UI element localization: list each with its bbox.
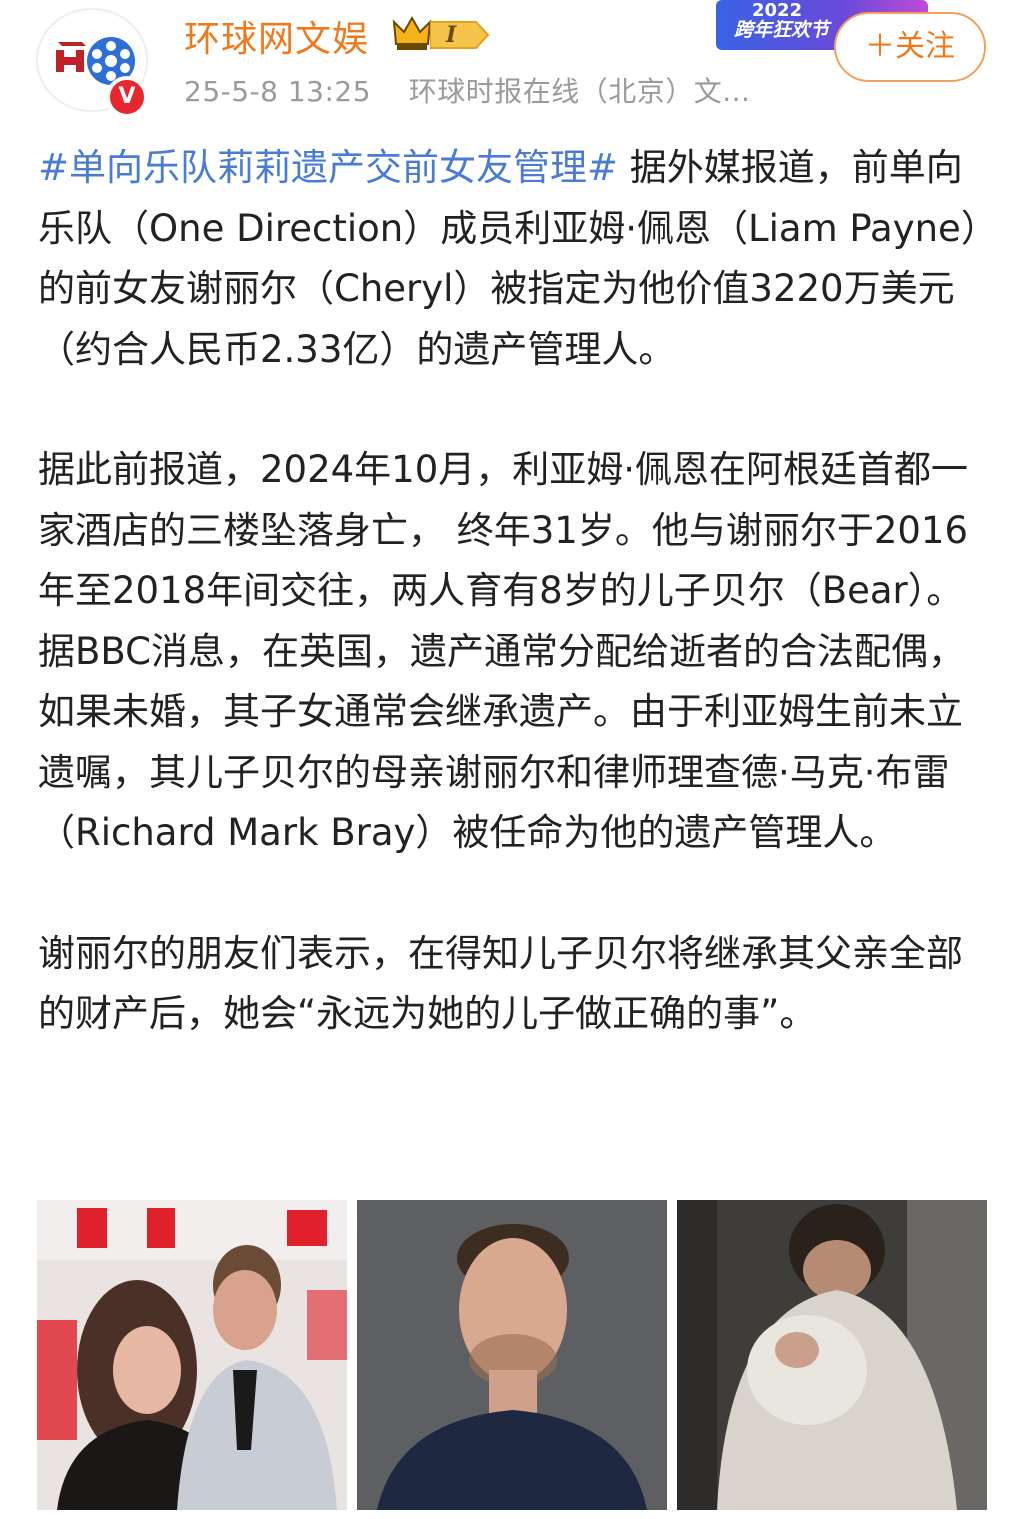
post-paragraph-3: 谢丽尔的朋友们表示，在得知儿子贝尔将继承其父亲全部的财产后，她会“永远为她的儿子… <box>38 931 963 1036</box>
post-header: V 环球网文娱 I 25-5-8 13:25 环球时报在线（北京）文... 20… <box>0 0 1024 120</box>
couple-at-awards-photo <box>37 1200 347 1510</box>
crown-icon <box>392 15 432 50</box>
photo-1[interactable] <box>37 1200 347 1510</box>
post-body: #单向乐队莉莉遗产交前女友管理# 据外媒报道，前单向乐队（One Directi… <box>38 138 984 1045</box>
level-text: I <box>446 22 457 48</box>
post-meta: 25-5-8 13:25 环球时报在线（北京）文... <box>184 70 750 110</box>
post-timestamp: 25-5-8 13:25 <box>184 75 372 108</box>
hashtag-link[interactable]: #单向乐队莉莉遗产交前女友管理# <box>38 146 618 189</box>
verified-badge-icon: V <box>106 76 148 118</box>
post-paragraph-2: 据此前报道，2024年10月，利亚姆·佩恩在阿根廷首都一家酒店的三楼坠落身亡， … <box>38 448 969 854</box>
portrait-photo <box>357 1200 667 1510</box>
photo-grid <box>37 1200 987 1510</box>
post-paragraph-1: #单向乐队莉莉遗产交前女友管理# 据外媒报道，前单向乐队（One Directi… <box>38 138 984 380</box>
level-badge-icon <box>430 21 490 49</box>
follow-button[interactable]: ＋关注 <box>834 12 986 82</box>
photo-2[interactable] <box>357 1200 667 1510</box>
account-name[interactable]: 环球网文娱 <box>184 10 369 62</box>
post-source[interactable]: 环球时报在线（北京）文... <box>409 75 751 108</box>
festival-name: 跨年狂欢节 <box>734 19 830 41</box>
photo-3[interactable] <box>677 1200 987 1510</box>
holding-baby-photo <box>677 1200 987 1510</box>
